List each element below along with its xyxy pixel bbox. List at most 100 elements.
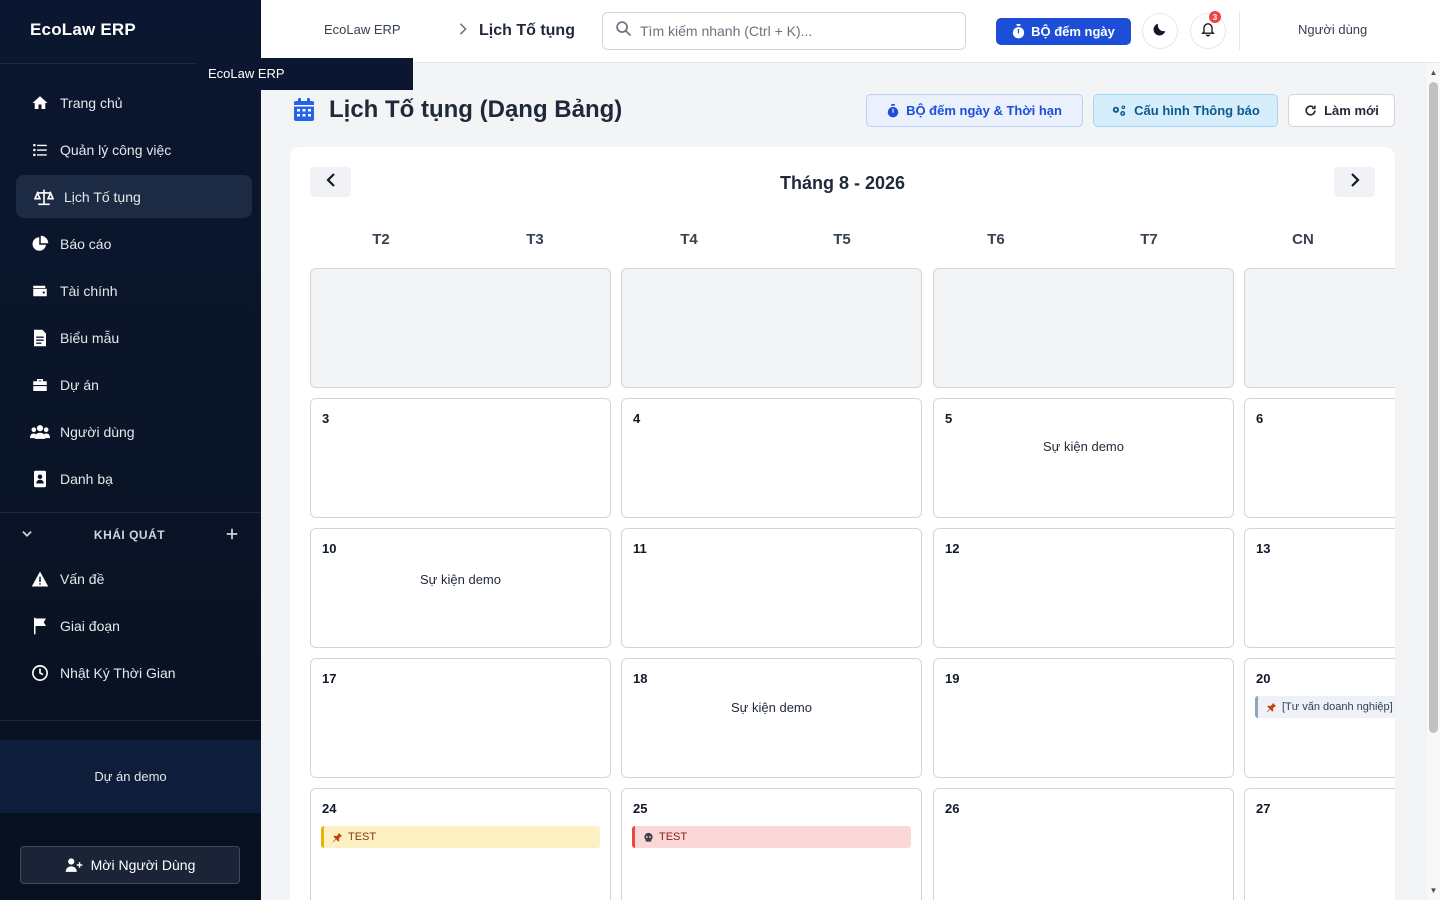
notifications-button[interactable]: 3 (1190, 11, 1226, 49)
notification-config-label: Cấu hình Thông báo (1134, 103, 1260, 118)
calendar-event-chip[interactable]: [Tư vấn doanh nghiệp] (1255, 696, 1395, 718)
calendar-day-cell[interactable]: 4 (621, 398, 922, 518)
day-counter-deadline-button[interactable]: BỘ đếm ngày & Thời hạn (866, 94, 1083, 127)
calendar-day-cell[interactable] (621, 268, 922, 388)
calendar-day-cell[interactable]: 6 (1244, 398, 1395, 518)
sidebar-item-label: Dự án (60, 376, 99, 393)
calendar-icon (293, 98, 315, 122)
calendar-day-cell[interactable] (933, 268, 1234, 388)
sidebar-item-label: Vấn đề (60, 570, 105, 587)
calendar-card: Tháng 8 - 2026 T2 T3 T4 T5 T6 T7 CN 3 4 5 Sự kiện… (290, 147, 1395, 900)
wallet-icon (30, 281, 50, 301)
sidebar-item-label: Giai đoạn (60, 617, 120, 634)
calendar-day-cell[interactable]: 11 (621, 528, 922, 648)
calendar-day-cell[interactable]: 17 (310, 658, 611, 778)
sidebar-item-users[interactable]: Người dùng (16, 410, 252, 453)
sidebar-item-stages[interactable]: Giai đoạn (16, 604, 252, 647)
sidebar-item-litigation-calendar[interactable]: Lịch Tố tụng (16, 175, 252, 218)
briefcase-icon (30, 375, 50, 395)
sidebar-item-label: Nhật Ký Thời Gian (60, 664, 176, 681)
weekday-label: CN (1292, 231, 1314, 248)
day-counter-label: BỘ đếm ngày (1031, 24, 1115, 39)
notification-config-button[interactable]: Cấu hình Thông báo (1093, 94, 1278, 127)
scrollbar-thumb[interactable] (1429, 82, 1438, 733)
bell-icon (1200, 20, 1216, 42)
dark-mode-toggle[interactable] (1142, 13, 1178, 49)
stopwatch-icon (1012, 24, 1025, 39)
day-counter-button[interactable]: BỘ đếm ngày (996, 18, 1131, 45)
calendar-event-chip[interactable]: TEST (632, 826, 911, 848)
sidebar-item-contacts[interactable]: Danh bạ (16, 457, 252, 500)
calendar-day-cell[interactable] (310, 268, 611, 388)
scroll-up-arrow[interactable]: ▲ (1427, 66, 1440, 80)
breadcrumb-root[interactable]: EcoLaw ERP (324, 22, 401, 37)
page-title-text: Lịch Tố tụng (Dạng Bảng) (329, 96, 623, 123)
calendar-day-cell[interactable]: 20 [Tư vấn doanh nghiệp] (1244, 658, 1395, 778)
current-project[interactable]: Dự án demo (0, 740, 261, 813)
calendar-day-cell[interactable]: 24 TEST (310, 788, 611, 900)
day-number: 4 (633, 411, 641, 426)
brand-title: EcoLaw ERP (0, 0, 261, 64)
pushpin-icon (332, 832, 343, 843)
day-number: 17 (322, 671, 337, 686)
moon-icon (1152, 21, 1168, 42)
plus-icon[interactable] (225, 527, 239, 544)
sidebar-item-forms[interactable]: Biểu mẫu (16, 316, 252, 359)
weekday-label: T6 (987, 231, 1005, 248)
calendar-event[interactable]: Sự kiện demo (934, 439, 1233, 454)
day-number: 12 (945, 541, 960, 556)
calendar-day-cell[interactable]: 25 TEST (621, 788, 922, 900)
invite-user-button[interactable]: Mời Người Dùng (20, 846, 240, 884)
calendar-day-cell[interactable] (1244, 268, 1395, 388)
sidebar-nav: Trang chủ Quản lý công việc Lịch Tố tụng… (0, 64, 261, 500)
weekday-label: T7 (1140, 231, 1158, 248)
invite-user-label: Mời Người Dùng (90, 857, 196, 873)
weekday-label: T3 (526, 231, 544, 248)
calendar-day-cell[interactable]: 27 (1244, 788, 1395, 900)
user-menu[interactable]: Người dùng (1298, 22, 1367, 37)
home-icon (30, 93, 50, 113)
event-chip-label: TEST (348, 831, 377, 843)
page-title: Lịch Tố tụng (Dạng Bảng) (293, 96, 622, 124)
calendar-day-cell[interactable]: 19 (933, 658, 1234, 778)
topbar: EcoLaw ERP Lịch Tố tụng BỘ đếm ngày 3 Ng… (261, 0, 1440, 63)
calendar-day-cell[interactable]: 10 Sự kiện demo (310, 528, 611, 648)
day-number: 10 (322, 541, 337, 556)
weekday-label: T4 (680, 231, 698, 248)
search-input[interactable] (640, 23, 960, 39)
calendar-day-cell[interactable]: 12 (933, 528, 1234, 648)
next-month-button[interactable] (1334, 167, 1375, 197)
day-number: 25 (633, 801, 648, 816)
sidebar: EcoLaw ERP Trang chủ Quản lý công việc L… (0, 0, 261, 900)
search-box[interactable] (602, 12, 966, 50)
calendar-day-cell[interactable]: 26 (933, 788, 1234, 900)
search-icon (615, 20, 632, 42)
sidebar-item-reports[interactable]: Báo cáo (16, 222, 252, 265)
calendar-event[interactable]: Sự kiện demo (622, 700, 921, 715)
calendar-day-cell[interactable]: 18 Sự kiện demo (621, 658, 922, 778)
day-number: 11 (633, 541, 647, 556)
chevron-down-icon[interactable] (20, 527, 34, 544)
day-number: 5 (945, 411, 953, 426)
contact-book-icon (30, 469, 50, 489)
calendar-day-cell[interactable]: 13 (1244, 528, 1395, 648)
tasks-icon (30, 140, 50, 160)
calendar-event[interactable]: Sự kiện demo (311, 572, 610, 587)
skull-icon (643, 832, 654, 843)
calendar-event-chip[interactable]: TEST (321, 826, 600, 848)
pushpin-icon (1266, 702, 1277, 713)
sidebar-item-tasks[interactable]: Quản lý công việc (16, 128, 252, 171)
sidebar-item-finance[interactable]: Tài chính (16, 269, 252, 312)
calendar-day-cell[interactable]: 3 (310, 398, 611, 518)
sidebar-item-projects[interactable]: Dự án (16, 363, 252, 406)
sidebar-item-time-log[interactable]: Nhật Ký Thời Gian (16, 651, 252, 694)
gears-icon (1111, 104, 1127, 118)
month-label: Tháng 8 - 2026 (779, 173, 906, 193)
day-number: 13 (1256, 541, 1271, 556)
warning-icon (30, 569, 50, 589)
sidebar-item-issues[interactable]: Vấn đề (16, 557, 252, 600)
calendar-day-cell[interactable]: 5 Sự kiện demo (933, 398, 1234, 518)
refresh-button[interactable]: Làm mới (1288, 94, 1395, 127)
scroll-down-arrow[interactable]: ▼ (1427, 884, 1440, 898)
sidebar-item-label: Danh bạ (60, 470, 113, 487)
